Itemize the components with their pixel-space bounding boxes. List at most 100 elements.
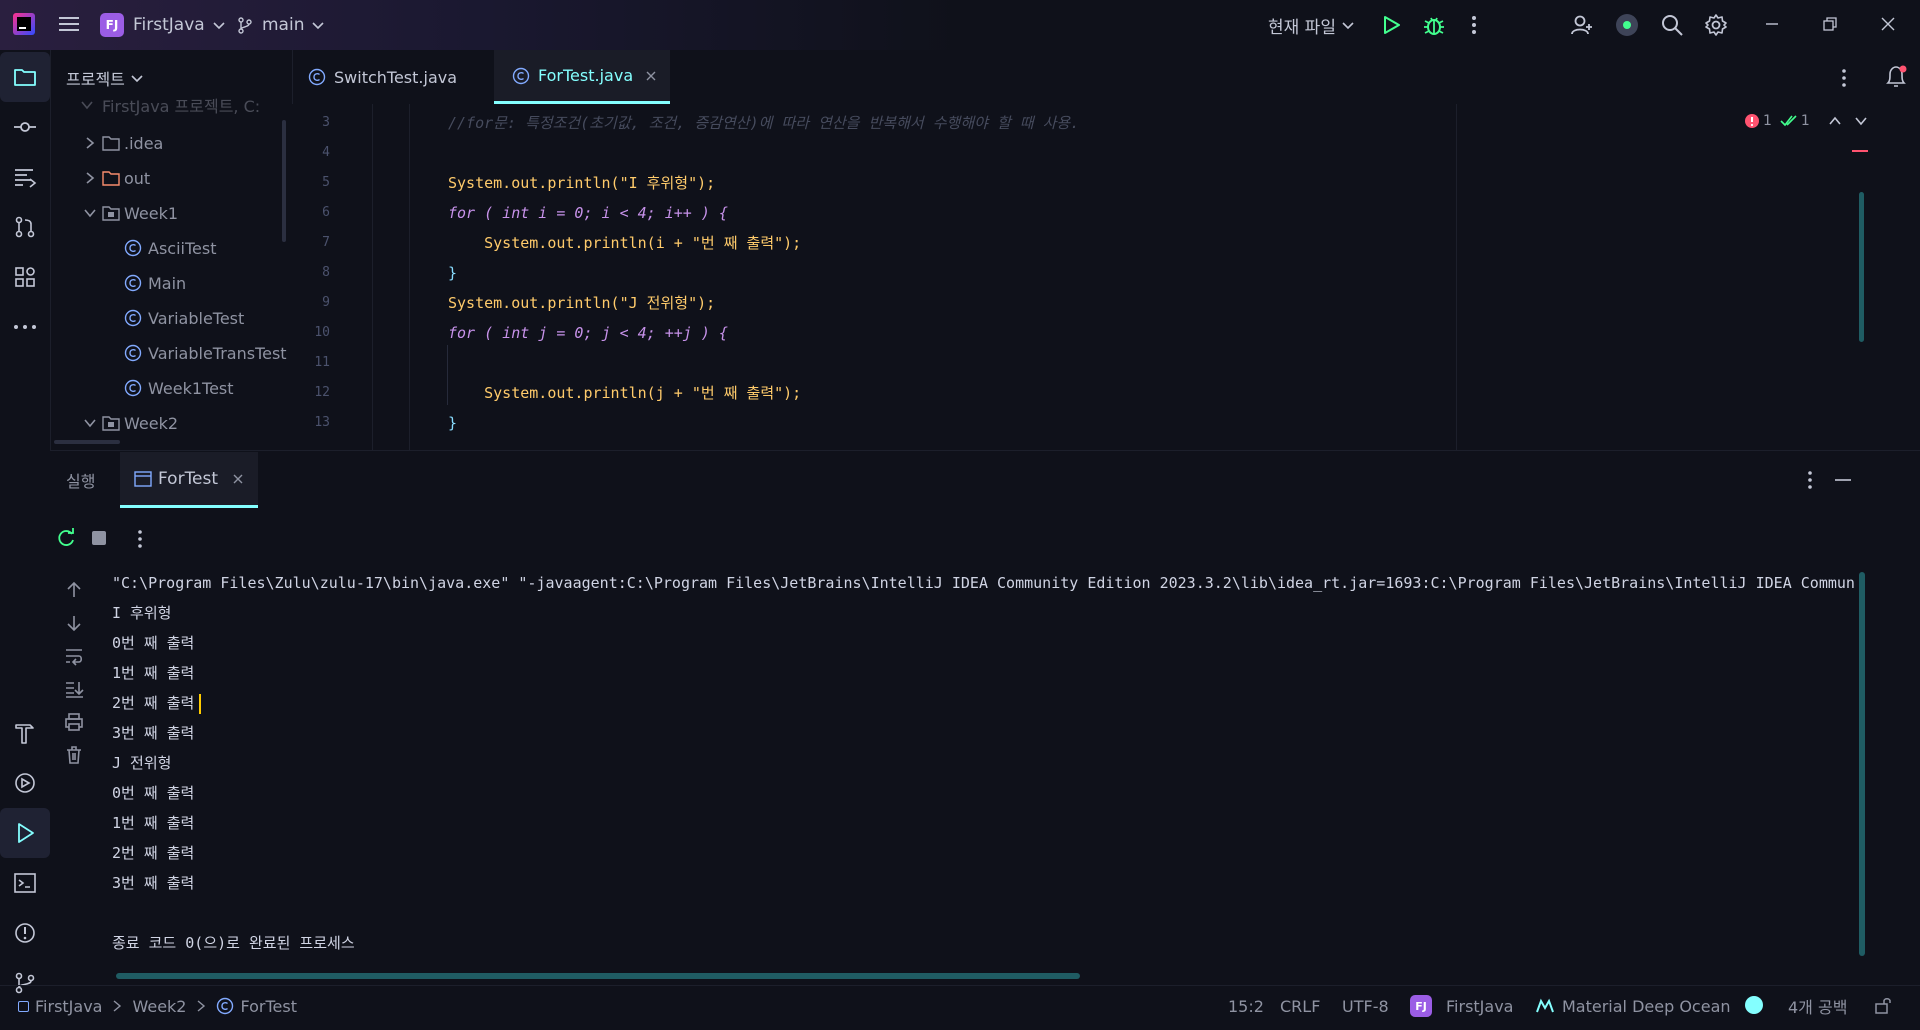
stop-icon[interactable] (92, 531, 106, 545)
theme-accent-icon[interactable] (1745, 996, 1763, 1014)
breadcrumb-item[interactable]: ForTest (240, 997, 297, 1016)
project-selector[interactable]: FJ FirstJava (100, 0, 227, 50)
scroll-down-icon[interactable] (64, 613, 84, 633)
line-number: 9 (322, 295, 330, 310)
error-stripe-marker[interactable] (1852, 150, 1868, 152)
print-icon[interactable] (64, 712, 84, 732)
plugins-tool-button[interactable] (0, 252, 50, 302)
tree-item-week2[interactable]: Week2 (84, 406, 178, 440)
tree-label: VariableTest (148, 308, 245, 328)
tab-fortest[interactable]: ForTest.java (494, 50, 670, 104)
line-number: 4 (322, 145, 330, 160)
tree-label: AsciiTest (148, 238, 217, 258)
hide-panel-icon[interactable] (1834, 472, 1852, 488)
branch-selector[interactable]: main (236, 0, 326, 50)
more-actions-icon[interactable] (1470, 14, 1478, 36)
run-icon (18, 823, 34, 843)
tree-item-root[interactable]: FirstJava 프로젝트, C: (80, 96, 260, 122)
tab-label: ForTest (158, 468, 219, 489)
run-icon[interactable] (1380, 14, 1402, 36)
theme-name: Material Deep Ocean (1562, 996, 1731, 1016)
scroll-up-icon[interactable] (64, 580, 84, 600)
minimize-icon[interactable] (1764, 16, 1780, 32)
tree-item-class[interactable]: VariableTest (124, 301, 244, 335)
indent-setting[interactable]: 4개 공백 (1788, 994, 1847, 1018)
caret-position[interactable]: 15:2 (1228, 994, 1264, 1018)
theme-indicator[interactable]: Material Deep Ocean (1536, 994, 1731, 1018)
trash-icon[interactable] (64, 745, 84, 765)
tree-item-class[interactable]: VariableTransTest (124, 336, 287, 370)
build-tool-button[interactable] (0, 708, 50, 758)
tab-fortest-run[interactable]: ForTest (120, 452, 258, 508)
commit-tool-button[interactable] (0, 102, 50, 152)
project-tool-button[interactable] (0, 52, 50, 102)
chevron-down-icon (84, 209, 96, 218)
soft-wrap-icon[interactable] (64, 646, 84, 666)
java-class-icon (124, 239, 142, 257)
tree-horizontal-scrollbar[interactable] (54, 440, 120, 444)
tree-label: FirstJava 프로젝트, C: (102, 97, 261, 116)
settings-gear-icon[interactable] (1704, 13, 1728, 37)
notifications-bell-icon[interactable] (1884, 64, 1908, 90)
tree-item-week1[interactable]: Week1 (84, 196, 178, 230)
add-user-icon[interactable] (1570, 13, 1594, 37)
chevron-down-icon (1855, 117, 1867, 126)
title-bar: FJ FirstJava main 현재 파일 (0, 0, 1920, 50)
breadcrumb-item[interactable]: Week2 (132, 997, 186, 1016)
editor-scrollbar[interactable] (1859, 192, 1864, 342)
project-tree: FirstJava 프로젝트, C: .idea out Week1 Ascii… (50, 96, 292, 448)
chevron-right-icon (86, 137, 95, 149)
ai-assistant-icon[interactable] (1616, 14, 1638, 36)
search-icon[interactable] (1660, 13, 1684, 37)
code-line: //for문: 특정조건(초기값, 조건, 증감연산)에 따라 연산을 반복해서… (448, 114, 1080, 132)
run-panel-options-icon[interactable] (1806, 470, 1814, 490)
pull-requests-tool-button[interactable] (0, 202, 50, 252)
console-line: 1번 째 출력 (112, 814, 195, 832)
module-folder-icon (102, 206, 120, 221)
tree-vertical-scrollbar[interactable] (282, 120, 286, 242)
tab-run[interactable]: 실행 (66, 462, 95, 498)
tree-item-class[interactable]: AsciiTest (124, 231, 216, 265)
hammer-icon (15, 724, 34, 744)
line-separator[interactable]: CRLF (1280, 994, 1320, 1018)
more-actions-icon[interactable] (136, 529, 144, 549)
chevron-right-icon (86, 172, 95, 184)
debug-icon[interactable] (1422, 13, 1446, 37)
line-number: 11 (314, 355, 330, 370)
tab-switchtest[interactable]: SwitchTest.java (308, 50, 457, 104)
console-vertical-scrollbar[interactable] (1859, 572, 1865, 956)
editor-tabs-more-icon[interactable] (1840, 68, 1848, 88)
tree-item-class[interactable]: Main (124, 266, 186, 300)
inspection-widget[interactable]: 1 1 (1744, 110, 1868, 132)
tree-item-out[interactable]: out (84, 161, 150, 195)
more-tools-button[interactable] (0, 302, 50, 352)
main-menu-icon[interactable] (58, 14, 80, 34)
file-encoding[interactable]: UTF-8 (1342, 994, 1389, 1018)
chevron-down-icon (213, 22, 225, 30)
terminal-icon (14, 873, 36, 893)
close-window-icon[interactable] (1880, 16, 1896, 32)
divider (50, 450, 1920, 451)
unlock-icon[interactable] (1874, 996, 1892, 1014)
chevron-right-icon (114, 1000, 122, 1012)
scroll-to-end-icon[interactable] (64, 679, 84, 699)
tree-label: out (124, 168, 151, 188)
console-horizontal-scrollbar[interactable] (116, 973, 1080, 979)
project-panel-header[interactable]: 프로젝트 (66, 60, 145, 96)
tree-item-idea[interactable]: .idea (84, 126, 163, 160)
breadcrumb-item[interactable]: FirstJava (35, 997, 102, 1016)
rerun-icon[interactable] (56, 528, 76, 548)
status-project[interactable]: FJ FirstJava (1410, 994, 1513, 1018)
tree-item-class[interactable]: Week1Test (124, 371, 234, 405)
structure-tool-button[interactable] (0, 152, 50, 202)
git-branch-icon (238, 17, 252, 34)
line-number: 13 (314, 415, 330, 430)
run-config-selector[interactable]: 현재 파일 (1268, 0, 1356, 50)
console-output[interactable]: "C:\Program Files\Zulu\zulu-17\bin\java.… (104, 568, 1854, 968)
restore-icon[interactable] (1822, 16, 1838, 32)
tree-label: Week2 (124, 413, 179, 433)
run-tool-button[interactable] (0, 808, 50, 858)
terminal-tool-button[interactable] (0, 858, 50, 908)
services-tool-button[interactable] (0, 758, 50, 808)
problems-tool-button[interactable] (0, 908, 50, 958)
